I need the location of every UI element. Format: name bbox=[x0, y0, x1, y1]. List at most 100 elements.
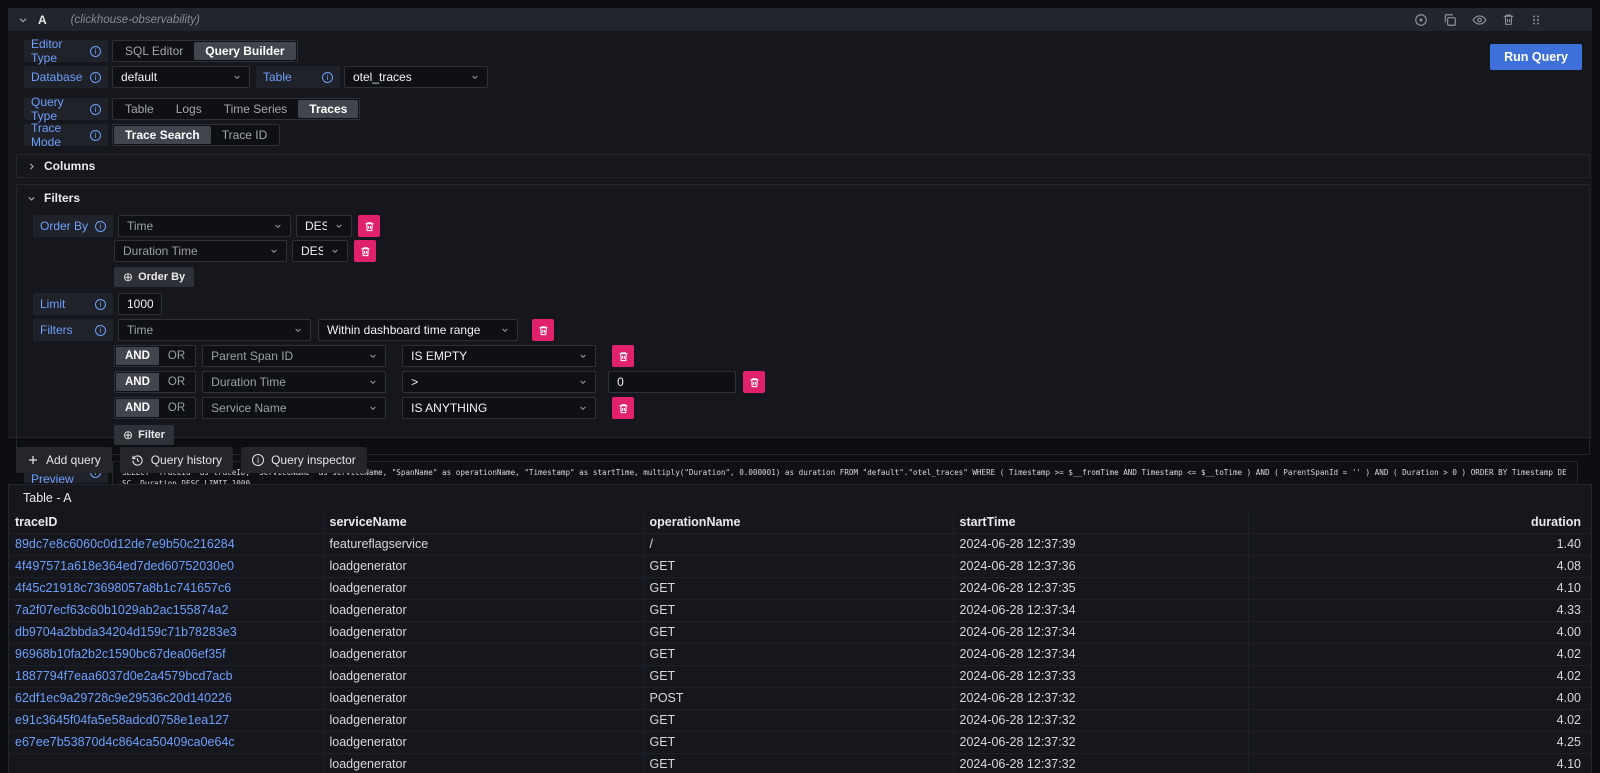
service-name-cell: loadgenerator bbox=[323, 709, 643, 731]
operation-name-cell: POST bbox=[643, 687, 953, 709]
trace-id-link[interactable]: 96968b10fa2b2c1590bc67dea06ef35f bbox=[15, 647, 226, 661]
query-type-table[interactable]: Table bbox=[114, 100, 165, 118]
trace-id-link[interactable]: 89dc7e8c6060c0d12de7e9b50c216284 bbox=[15, 537, 235, 551]
drag-handle-icon[interactable] bbox=[1530, 13, 1542, 27]
table-select[interactable]: otel_traces bbox=[344, 66, 488, 88]
duration-cell: 4.00 bbox=[1248, 621, 1591, 643]
start-time-cell: 2024-06-28 12:37:34 bbox=[953, 643, 1248, 665]
database-select[interactable]: default bbox=[112, 66, 250, 88]
filter-or-option[interactable]: OR bbox=[159, 347, 194, 365]
filter-or-option[interactable]: OR bbox=[159, 373, 194, 391]
order-by-direction-select[interactable]: DESC bbox=[292, 240, 348, 262]
filter-operator-select[interactable]: Within dashboard time range bbox=[318, 319, 518, 341]
add-query-button[interactable]: Add query bbox=[16, 447, 112, 473]
remove-order-by-button[interactable] bbox=[354, 240, 376, 262]
query-builder-body: Editor Type i SQL Editor Query Builder D… bbox=[8, 31, 1592, 495]
circle-dot-icon[interactable] bbox=[1414, 13, 1428, 27]
add-filter-button[interactable]: ⊕ Filter bbox=[114, 425, 174, 445]
duration-cell: 1.40 bbox=[1248, 533, 1591, 555]
trace-id-link[interactable]: 4f497571a618e364ed7ded60752030e0 bbox=[15, 559, 234, 573]
remove-filter-button[interactable] bbox=[743, 371, 765, 393]
operation-name-cell: GET bbox=[643, 577, 953, 599]
service-name-cell: loadgenerator bbox=[323, 687, 643, 709]
plus-circle-icon: ⊕ bbox=[123, 428, 133, 442]
filter-operator-select[interactable]: > bbox=[402, 371, 596, 393]
remove-filter-button[interactable] bbox=[612, 345, 634, 367]
info-icon[interactable]: i bbox=[95, 221, 106, 232]
trace-id-link[interactable]: 7a2f07ecf63c60b1029ab2ac155874a2 bbox=[15, 603, 228, 617]
eye-icon[interactable] bbox=[1472, 13, 1487, 27]
editor-type-query-builder[interactable]: Query Builder bbox=[194, 42, 295, 60]
duration-cell: 4.08 bbox=[1248, 555, 1591, 577]
trace-id-link[interactable]: 1887794f7eaa6037d0e2a4579bcd7acb bbox=[9, 665, 323, 687]
history-icon bbox=[131, 454, 144, 467]
filter-and-option[interactable]: AND bbox=[116, 399, 159, 417]
trace-id-link[interactable]: e67ee7b53870d4c864ca50409ca0e64c bbox=[9, 731, 323, 753]
order-by-field-select[interactable]: Time bbox=[118, 215, 291, 237]
query-history-button[interactable]: Query history bbox=[120, 447, 233, 473]
filter-field-select[interactable]: Duration Time bbox=[202, 371, 386, 393]
limit-label: Limit i bbox=[33, 293, 113, 315]
remove-filter-button[interactable] bbox=[532, 319, 554, 341]
info-icon[interactable]: i bbox=[90, 46, 101, 57]
query-inspector-button[interactable]: i Query inspector bbox=[241, 447, 367, 473]
column-header-operationname[interactable]: operationName bbox=[643, 511, 953, 533]
remove-order-by-button[interactable] bbox=[358, 215, 380, 237]
trace-id-link[interactable]: 1887794f7eaa6037d0e2a4579bcd7acb bbox=[15, 669, 233, 683]
trace-id-link[interactable]: 89dc7e8c6060c0d12de7e9b50c216284 bbox=[9, 533, 323, 555]
info-icon[interactable]: i bbox=[95, 325, 106, 336]
trace-id-link[interactable]: 62df1ec9a29728c9e29536c20d140226 bbox=[15, 691, 232, 705]
filter-and-option[interactable]: AND bbox=[116, 347, 159, 365]
info-icon[interactable]: i bbox=[322, 72, 333, 83]
trace-id-link[interactable]: e67ee7b53870d4c864ca50409ca0e64c bbox=[15, 735, 235, 749]
filter-field-select[interactable]: Parent Span ID bbox=[202, 345, 386, 367]
remove-filter-button[interactable] bbox=[612, 397, 634, 419]
filter-operator-select[interactable]: IS EMPTY bbox=[402, 345, 596, 367]
filter-value-input[interactable] bbox=[608, 371, 736, 393]
column-header-starttime[interactable]: startTime bbox=[953, 511, 1248, 533]
info-icon[interactable]: i bbox=[90, 104, 101, 115]
trace-id-link[interactable]: e91c3645f04fa5e58adcd0758e1ea127 bbox=[9, 709, 323, 731]
query-type-traces[interactable]: Traces bbox=[298, 100, 358, 118]
duration-cell: 4.00 bbox=[1248, 687, 1591, 709]
filters-section-header[interactable]: Filters bbox=[17, 185, 1589, 207]
add-order-by-button[interactable]: ⊕ Order By bbox=[114, 267, 194, 287]
column-header-traceid[interactable]: traceID bbox=[9, 511, 323, 533]
editor-type-sql-editor[interactable]: SQL Editor bbox=[114, 42, 194, 60]
trace-id-link[interactable] bbox=[9, 753, 323, 773]
trace-id-link[interactable]: 4f45c21918c73698057a8b1c741657c6 bbox=[9, 577, 323, 599]
trash-icon[interactable] bbox=[1502, 13, 1515, 26]
order-by-direction-select[interactable]: DESC bbox=[296, 215, 352, 237]
column-header-duration[interactable]: duration bbox=[1248, 511, 1591, 533]
chevron-down-icon bbox=[27, 194, 36, 203]
info-icon[interactable]: i bbox=[95, 299, 106, 310]
duplicate-icon[interactable] bbox=[1443, 13, 1457, 27]
duration-cell: 4.25 bbox=[1248, 731, 1591, 753]
query-type-time-series[interactable]: Time Series bbox=[213, 100, 299, 118]
trace-id-link[interactable]: 7a2f07ecf63c60b1029ab2ac155874a2 bbox=[9, 599, 323, 621]
limit-input[interactable] bbox=[118, 293, 162, 315]
trace-id-link[interactable]: db9704a2bbda34204d159c71b78283e3 bbox=[9, 621, 323, 643]
trace-id-link[interactable]: 4f497571a618e364ed7ded60752030e0 bbox=[9, 555, 323, 577]
trace-id-link[interactable]: 62df1ec9a29728c9e29536c20d140226 bbox=[9, 687, 323, 709]
trace-mode-trace-id[interactable]: Trace ID bbox=[211, 126, 279, 144]
filter-field-select[interactable]: Service Name bbox=[202, 397, 386, 419]
order-by-field-select[interactable]: Duration Time bbox=[114, 240, 287, 262]
filter-field-select[interactable]: Time bbox=[118, 319, 311, 341]
columns-section-header[interactable]: Columns bbox=[17, 155, 1589, 177]
query-type-logs[interactable]: Logs bbox=[165, 100, 213, 118]
filter-and-option[interactable]: AND bbox=[116, 373, 159, 391]
trace-id-link[interactable]: 4f45c21918c73698057a8b1c741657c6 bbox=[15, 581, 231, 595]
filter-operator-select[interactable]: IS ANYTHING bbox=[402, 397, 596, 419]
filter-or-option[interactable]: OR bbox=[159, 399, 194, 417]
collapse-chevron-icon[interactable] bbox=[18, 15, 28, 25]
trace-id-link[interactable]: db9704a2bbda34204d159c71b78283e3 bbox=[15, 625, 237, 639]
trace-mode-trace-search[interactable]: Trace Search bbox=[114, 126, 211, 144]
info-icon[interactable]: i bbox=[90, 72, 101, 83]
column-header-servicename[interactable]: serviceName bbox=[323, 511, 643, 533]
query-row-header[interactable]: A (clickhouse-observability) bbox=[8, 8, 1592, 31]
operation-name-cell: GET bbox=[643, 709, 953, 731]
trace-id-link[interactable]: 96968b10fa2b2c1590bc67dea06ef35f bbox=[9, 643, 323, 665]
trace-id-link[interactable]: e91c3645f04fa5e58adcd0758e1ea127 bbox=[15, 713, 229, 727]
info-icon[interactable]: i bbox=[90, 130, 101, 141]
